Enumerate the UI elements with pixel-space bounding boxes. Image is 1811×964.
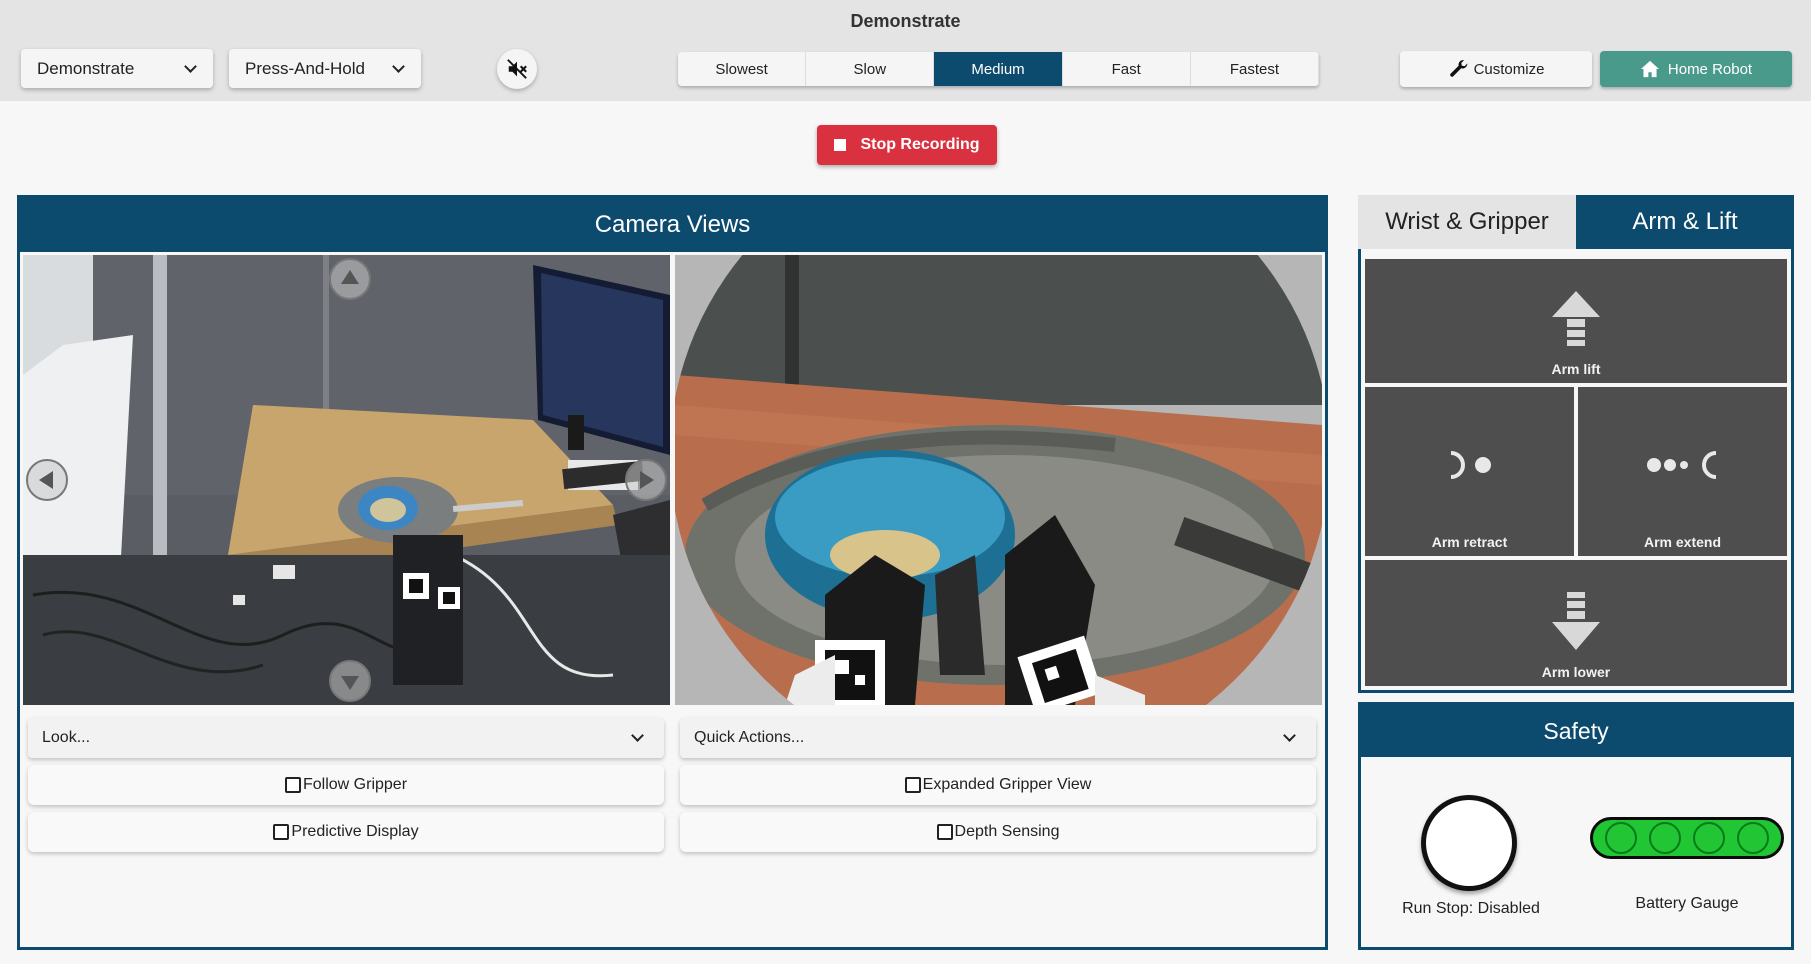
mute-button[interactable] (497, 49, 537, 89)
look-select[interactable]: Look... (28, 718, 664, 758)
speed-slow-button[interactable]: Slow (806, 52, 935, 86)
battery-cell (1737, 822, 1769, 854)
mode-dropdown-value: Demonstrate (37, 58, 135, 78)
expanded-gripper-view-toggle[interactable]: Expanded Gripper View (680, 765, 1316, 805)
customize-button[interactable]: Customize (1400, 51, 1592, 87)
battery-cell (1649, 822, 1681, 854)
speed-fast-button[interactable]: Fast (1062, 52, 1191, 86)
expanded-gripper-view-checkbox[interactable] (904, 777, 921, 793)
predictive-display-checkbox[interactable] (273, 824, 290, 840)
chevron-down-icon (392, 59, 405, 73)
arm-lift-label: Arm lift (1551, 361, 1601, 377)
action-mode-dropdown[interactable]: Press-And-Hold (229, 49, 421, 88)
arm-extend-icon (1647, 451, 1717, 479)
home-icon (1640, 60, 1659, 78)
pan-right-icon[interactable] (624, 458, 668, 502)
stop-recording-button[interactable]: Stop Recording (817, 125, 997, 165)
tab-arm-lift[interactable]: Arm & Lift (1576, 195, 1794, 249)
arm-extend-button[interactable]: Arm extend (1578, 387, 1787, 556)
pan-left-icon[interactable] (25, 458, 69, 502)
arm-retract-button[interactable]: Arm retract (1365, 387, 1574, 556)
camera-views-title: Camera Views (20, 198, 1325, 252)
follow-gripper-toggle[interactable]: Follow Gripper (28, 765, 664, 805)
gripper-camera-view[interactable] (675, 255, 1322, 705)
camera-views-panel: Camera Views Look... Quick Actions... Fo… (17, 195, 1328, 950)
predictive-display-toggle[interactable]: Predictive Display (28, 812, 664, 852)
speed-selector: Slowest Slow Medium Fast Fastest (678, 52, 1319, 86)
arm-lift-button[interactable]: Arm lift (1365, 259, 1787, 383)
chevron-down-icon (184, 59, 197, 73)
control-tabs: Wrist & Gripper Arm & Lift (1358, 195, 1794, 249)
expanded-gripper-view-label: Expanded Gripper View (922, 776, 1092, 793)
quick-actions-value: Quick Actions... (694, 729, 805, 746)
depth-sensing-toggle[interactable]: Depth Sensing (680, 812, 1316, 852)
arm-retract-icon (1450, 451, 1491, 479)
home-robot-button[interactable]: Home Robot (1600, 51, 1792, 87)
tab-wrist-gripper[interactable]: Wrist & Gripper (1358, 195, 1576, 249)
depth-sensing-label: Depth Sensing (954, 823, 1060, 840)
chevron-down-icon (631, 729, 644, 742)
battery-gauge-label: Battery Gauge (1635, 895, 1739, 912)
pan-down-icon[interactable] (328, 659, 372, 703)
customize-label: Customize (1473, 60, 1545, 78)
overhead-camera-image (23, 255, 670, 705)
wrench-icon (1449, 60, 1468, 77)
arrow-up-icon (1552, 291, 1600, 346)
speed-slowest-button[interactable]: Slowest (678, 52, 807, 86)
pan-up-icon[interactable] (328, 257, 372, 301)
run-stop-button[interactable] (1421, 795, 1517, 891)
mode-dropdown[interactable]: Demonstrate (21, 49, 213, 88)
overhead-camera-view[interactable] (23, 255, 670, 705)
action-mode-value: Press-And-Hold (245, 58, 365, 78)
top-toolbar: Demonstrate Demonstrate Press-And-Hold S… (0, 0, 1811, 101)
arm-lift-controls: Arm lift Arm retract Arm extend Arm lowe… (1358, 249, 1794, 693)
arm-lower-label: Arm lower (1541, 664, 1611, 680)
chevron-down-icon (1283, 729, 1296, 742)
speaker-muted-icon (507, 59, 527, 79)
arrow-down-icon (1552, 592, 1600, 650)
app-title: Demonstrate (850, 11, 961, 31)
safety-panel: Safety Run Stop: Disabled Battery Gauge (1358, 702, 1794, 950)
depth-sensing-checkbox[interactable] (936, 824, 953, 840)
stop-icon (834, 139, 847, 151)
battery-gauge (1590, 817, 1784, 859)
run-stop-label: Run Stop: Disabled (1402, 900, 1540, 917)
predictive-display-label: Predictive Display (291, 823, 419, 840)
follow-gripper-label: Follow Gripper (302, 776, 408, 793)
battery-cell (1605, 822, 1637, 854)
arm-retract-label: Arm retract (1431, 534, 1508, 550)
home-robot-label: Home Robot (1667, 60, 1753, 78)
speed-medium-button[interactable]: Medium (934, 52, 1063, 86)
follow-gripper-checkbox[interactable] (284, 777, 301, 793)
stop-recording-label: Stop Recording (860, 136, 980, 153)
quick-actions-select[interactable]: Quick Actions... (680, 718, 1316, 758)
arm-extend-label: Arm extend (1643, 534, 1722, 550)
battery-cell (1693, 822, 1725, 854)
speed-fastest-button[interactable]: Fastest (1190, 52, 1319, 86)
gripper-camera-image (675, 255, 1322, 705)
look-select-value: Look... (42, 729, 91, 746)
safety-title: Safety (1361, 705, 1791, 757)
arm-lower-button[interactable]: Arm lower (1365, 560, 1787, 686)
